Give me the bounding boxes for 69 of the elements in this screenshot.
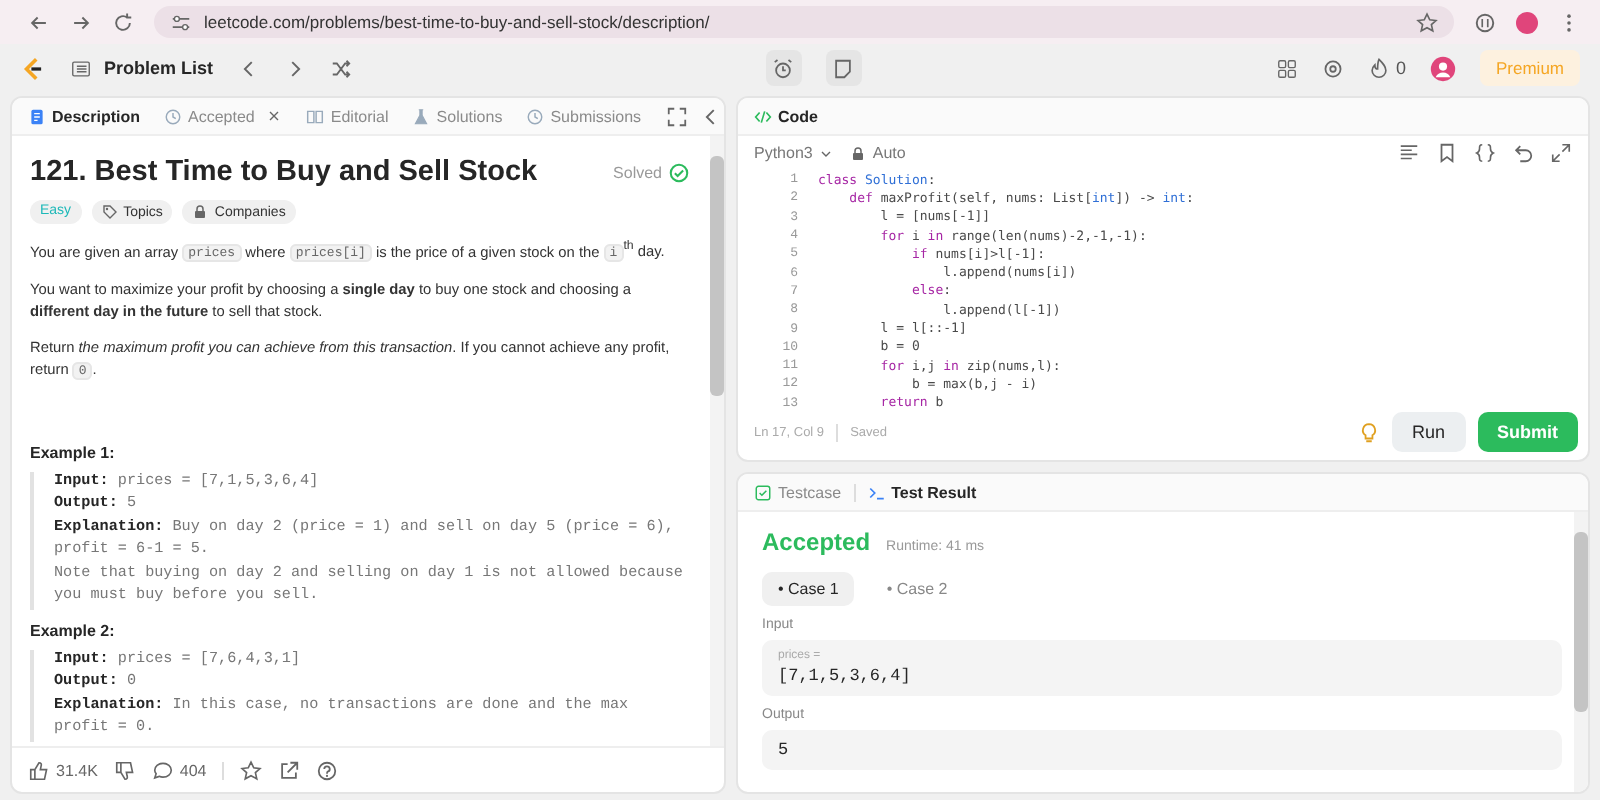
panel-tab[interactable]: Testcase	[754, 483, 842, 501]
panel-tab[interactable]: Accepted	[164, 107, 255, 125]
list-icon	[70, 57, 92, 79]
mode-selector[interactable]: Auto	[850, 144, 906, 162]
address-bar[interactable]: leetcode.com/problems/best-time-to-buy-and-sell-stock/description/	[154, 6, 1454, 38]
panel-tab[interactable]: Submissions	[526, 107, 642, 125]
expand-diagonal-icon[interactable]	[1550, 142, 1572, 164]
star-icon[interactable]	[1416, 11, 1438, 33]
scrollbar-thumb[interactable]	[1574, 532, 1588, 712]
panel-tab[interactable]: Description	[28, 107, 141, 125]
thumbdown-icon[interactable]	[113, 759, 136, 781]
alarm-clock-icon	[772, 57, 795, 79]
grid-icon[interactable]	[1275, 57, 1298, 79]
notes-button[interactable]	[825, 50, 862, 86]
check-circle-icon	[668, 161, 690, 183]
verdict-text: Accepted	[762, 528, 871, 556]
close-icon[interactable]	[266, 108, 283, 124]
avatar-icon[interactable]	[1430, 55, 1456, 81]
share-icon[interactable]	[278, 759, 301, 781]
book-icon	[306, 107, 325, 125]
flask-icon	[412, 107, 431, 125]
forward-arrow-icon[interactable]	[70, 11, 92, 33]
case-tab[interactable]: • Case 1	[762, 572, 855, 606]
like-button[interactable]: 31.4K	[28, 759, 98, 781]
checkbox-icon	[754, 483, 772, 501]
panel-tab[interactable]: Test Result	[867, 483, 977, 501]
braces-icon[interactable]	[1474, 142, 1496, 164]
back-arrow-icon[interactable]	[28, 11, 50, 33]
panel-tab[interactable]: Editorial	[306, 107, 389, 125]
scrollbar-thumb[interactable]	[710, 156, 724, 396]
example-heading: Example 1:	[30, 443, 117, 462]
reload-icon[interactable]	[112, 11, 134, 33]
code-icon	[754, 107, 772, 125]
help-icon[interactable]	[316, 759, 339, 781]
logo-icon[interactable]	[20, 55, 46, 81]
bookmark-icon[interactable]	[1436, 142, 1458, 164]
lock-icon	[850, 145, 867, 161]
streak-counter[interactable]: 0	[1367, 57, 1406, 79]
shuffle-icon[interactable]	[329, 57, 352, 79]
run-button[interactable]: Run	[1391, 412, 1465, 452]
thumbs-up-icon	[28, 759, 50, 781]
undo-icon[interactable]	[1512, 142, 1534, 164]
case-tab[interactable]: • Case 2	[870, 572, 964, 606]
output-value: 5	[778, 740, 791, 760]
panel-tab[interactable]: Solutions	[412, 107, 503, 125]
language-dropdown[interactable]: Python3	[754, 144, 835, 162]
site-info-icon[interactable]	[170, 11, 192, 33]
terminal-icon	[867, 483, 886, 501]
star-icon[interactable]	[240, 759, 263, 781]
format-icon[interactable]	[1398, 142, 1420, 164]
problem-list-button[interactable]: Problem List	[70, 57, 214, 79]
solved-status: Solved	[613, 163, 662, 181]
panel-tab[interactable]: Code	[754, 107, 818, 125]
clock-icon	[164, 107, 183, 125]
flame-icon	[1367, 57, 1390, 79]
gear-icon[interactable]	[1321, 57, 1344, 79]
parameter-value: [7,1,5,3,6,4]	[778, 666, 913, 686]
comment-icon	[151, 759, 174, 781]
document-icon	[28, 107, 46, 125]
problem-title: 121. Best Time to Buy and Sell Stock	[30, 156, 538, 188]
timer-button[interactable]	[765, 50, 802, 86]
profile-avatar[interactable]	[1516, 11, 1538, 33]
expand-icon[interactable]	[665, 105, 688, 127]
clock-icon	[526, 107, 545, 125]
tag-icon	[101, 204, 118, 220]
note-icon	[832, 57, 855, 79]
lock-icon	[192, 204, 209, 220]
example-heading: Example 2:	[30, 621, 117, 640]
comments-button[interactable]: 404	[151, 759, 207, 781]
